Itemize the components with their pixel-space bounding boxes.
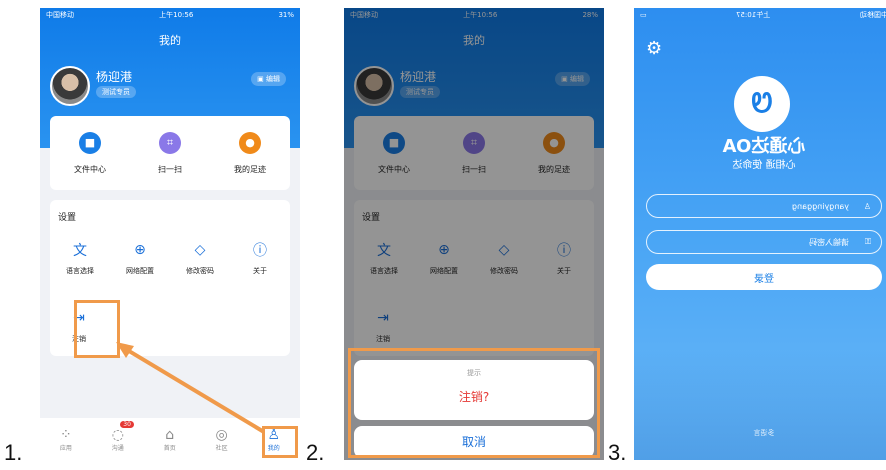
footprint-icon: ● xyxy=(239,131,261,154)
logout-dialog-screen: 中国移动 上午10:56 28% 我的 杨迎港 测试专员 ▣ 编辑 ■ 文件中心… xyxy=(344,8,604,460)
edit-profile-button[interactable]: ▣ 编辑 xyxy=(251,72,286,86)
tab-label: 首页 xyxy=(163,444,176,452)
tab-bar: ⁘ 应用 ◌ 30 沟通 ⌂ 首页 ◎ 社区 ♙ 我的 xyxy=(40,418,300,460)
language-link[interactable]: 多语言 xyxy=(634,428,886,438)
setting-about[interactable]: ⓘ 关于 xyxy=(235,240,285,276)
clock-label: 上午10:57 xyxy=(736,11,771,19)
quick-action-scan[interactable]: ⌗ 扫一扫 xyxy=(140,131,200,175)
edit-label: 编辑 xyxy=(266,75,280,83)
avatar[interactable] xyxy=(50,66,90,106)
login-button[interactable]: 登录 xyxy=(646,264,882,290)
edit-icon: ▣ xyxy=(257,75,266,83)
tab-home[interactable]: ⌂ 首页 xyxy=(164,427,176,452)
status-bar: ▭ 上午10:57 中国移动 xyxy=(634,8,886,22)
tab-label: 社区 xyxy=(215,444,228,452)
login-screen: ▭ 上午10:57 中国移动 ⚙ Ꮼ 心通达OA 心相通 使命达 ♙ yangy… xyxy=(634,8,886,460)
quick-action-label: 我的足迹 xyxy=(234,164,266,174)
quick-action-label: 扫一扫 xyxy=(158,164,182,174)
password-placeholder: 请输入密码 xyxy=(809,237,849,247)
logout-highlight xyxy=(74,300,120,358)
globe-icon: ⊕ xyxy=(134,242,146,258)
city-skyline xyxy=(634,350,886,460)
quick-actions-card: ■ 文件中心 ⌗ 扫一扫 ● 我的足迹 xyxy=(50,116,290,190)
quick-action-label: 文件中心 xyxy=(74,164,106,174)
carrier-label: 中国移动 xyxy=(46,11,74,19)
community-icon: ◎ xyxy=(215,426,228,443)
shield-icon: ◇ xyxy=(194,242,206,258)
apps-icon: ⁘ xyxy=(60,426,72,443)
setting-label: 网络配置 xyxy=(126,267,154,275)
setting-network[interactable]: ⊕ 网络配置 xyxy=(115,240,165,276)
battery-label: ▭ xyxy=(640,11,647,19)
quick-action-files[interactable]: ■ 文件中心 xyxy=(60,131,120,175)
home-icon: ⌂ xyxy=(165,426,175,443)
app-logo: Ꮼ xyxy=(734,76,790,132)
tab-community[interactable]: ◎ 社区 xyxy=(215,427,227,452)
settings-gear-icon[interactable]: ⚙ xyxy=(646,38,662,59)
tab-label: 应用 xyxy=(59,444,72,452)
setting-label: 语言选择 xyxy=(66,267,94,275)
settings-title: 设置 xyxy=(58,213,77,223)
quick-action-footprint[interactable]: ● 我的足迹 xyxy=(220,131,280,175)
tab-chat[interactable]: ◌ 30 沟通 xyxy=(111,420,134,452)
language-icon: 文 xyxy=(73,243,87,259)
lock-icon: ⚿ xyxy=(864,237,871,246)
carrier-label: 中国移动 xyxy=(860,11,886,19)
clock-label: 上午10:56 xyxy=(159,11,194,19)
step-1-label: 1. xyxy=(4,440,23,465)
setting-language[interactable]: 文 语言选择 xyxy=(55,240,105,276)
step-2-label: 2. xyxy=(306,440,325,465)
dialog-highlight xyxy=(348,348,600,458)
page-title: 我的 xyxy=(159,34,181,47)
unread-badge: 30 xyxy=(120,420,134,428)
setting-label: 修改密码 xyxy=(186,267,214,275)
tab-me-highlight xyxy=(262,426,298,458)
folder-icon: ■ xyxy=(79,131,101,154)
username-field[interactable]: ♙ yangyinggang xyxy=(646,194,882,218)
tab-label: 沟通 xyxy=(111,444,124,452)
username-value: yangyinggang xyxy=(791,201,849,211)
info-icon: ⓘ xyxy=(253,243,267,259)
app-slogan: 心相通 使命达 xyxy=(732,160,796,171)
setting-password[interactable]: ◇ 修改密码 xyxy=(175,240,225,276)
status-bar: 中国移动 上午10:56 31% xyxy=(40,8,300,22)
step-3-label: 3. xyxy=(608,440,627,465)
battery-label: 31% xyxy=(278,11,294,19)
scan-icon: ⌗ xyxy=(159,131,181,154)
tab-apps[interactable]: ⁘ 应用 xyxy=(60,427,72,452)
user-icon: ♙ xyxy=(863,201,871,211)
profile-screen: 中国移动 上午10:56 31% 我的 杨迎港 测试专员 ▣ 编辑 ■ 文件中心… xyxy=(40,8,300,460)
user-role-badge: 测试专员 xyxy=(96,86,136,98)
setting-label: 关于 xyxy=(253,267,267,275)
user-name: 杨迎港 xyxy=(96,70,133,84)
chat-icon: ◌ xyxy=(111,426,124,443)
app-name: 心通达OA xyxy=(722,136,806,157)
password-field[interactable]: ⚿ 请输入密码 xyxy=(646,230,882,254)
